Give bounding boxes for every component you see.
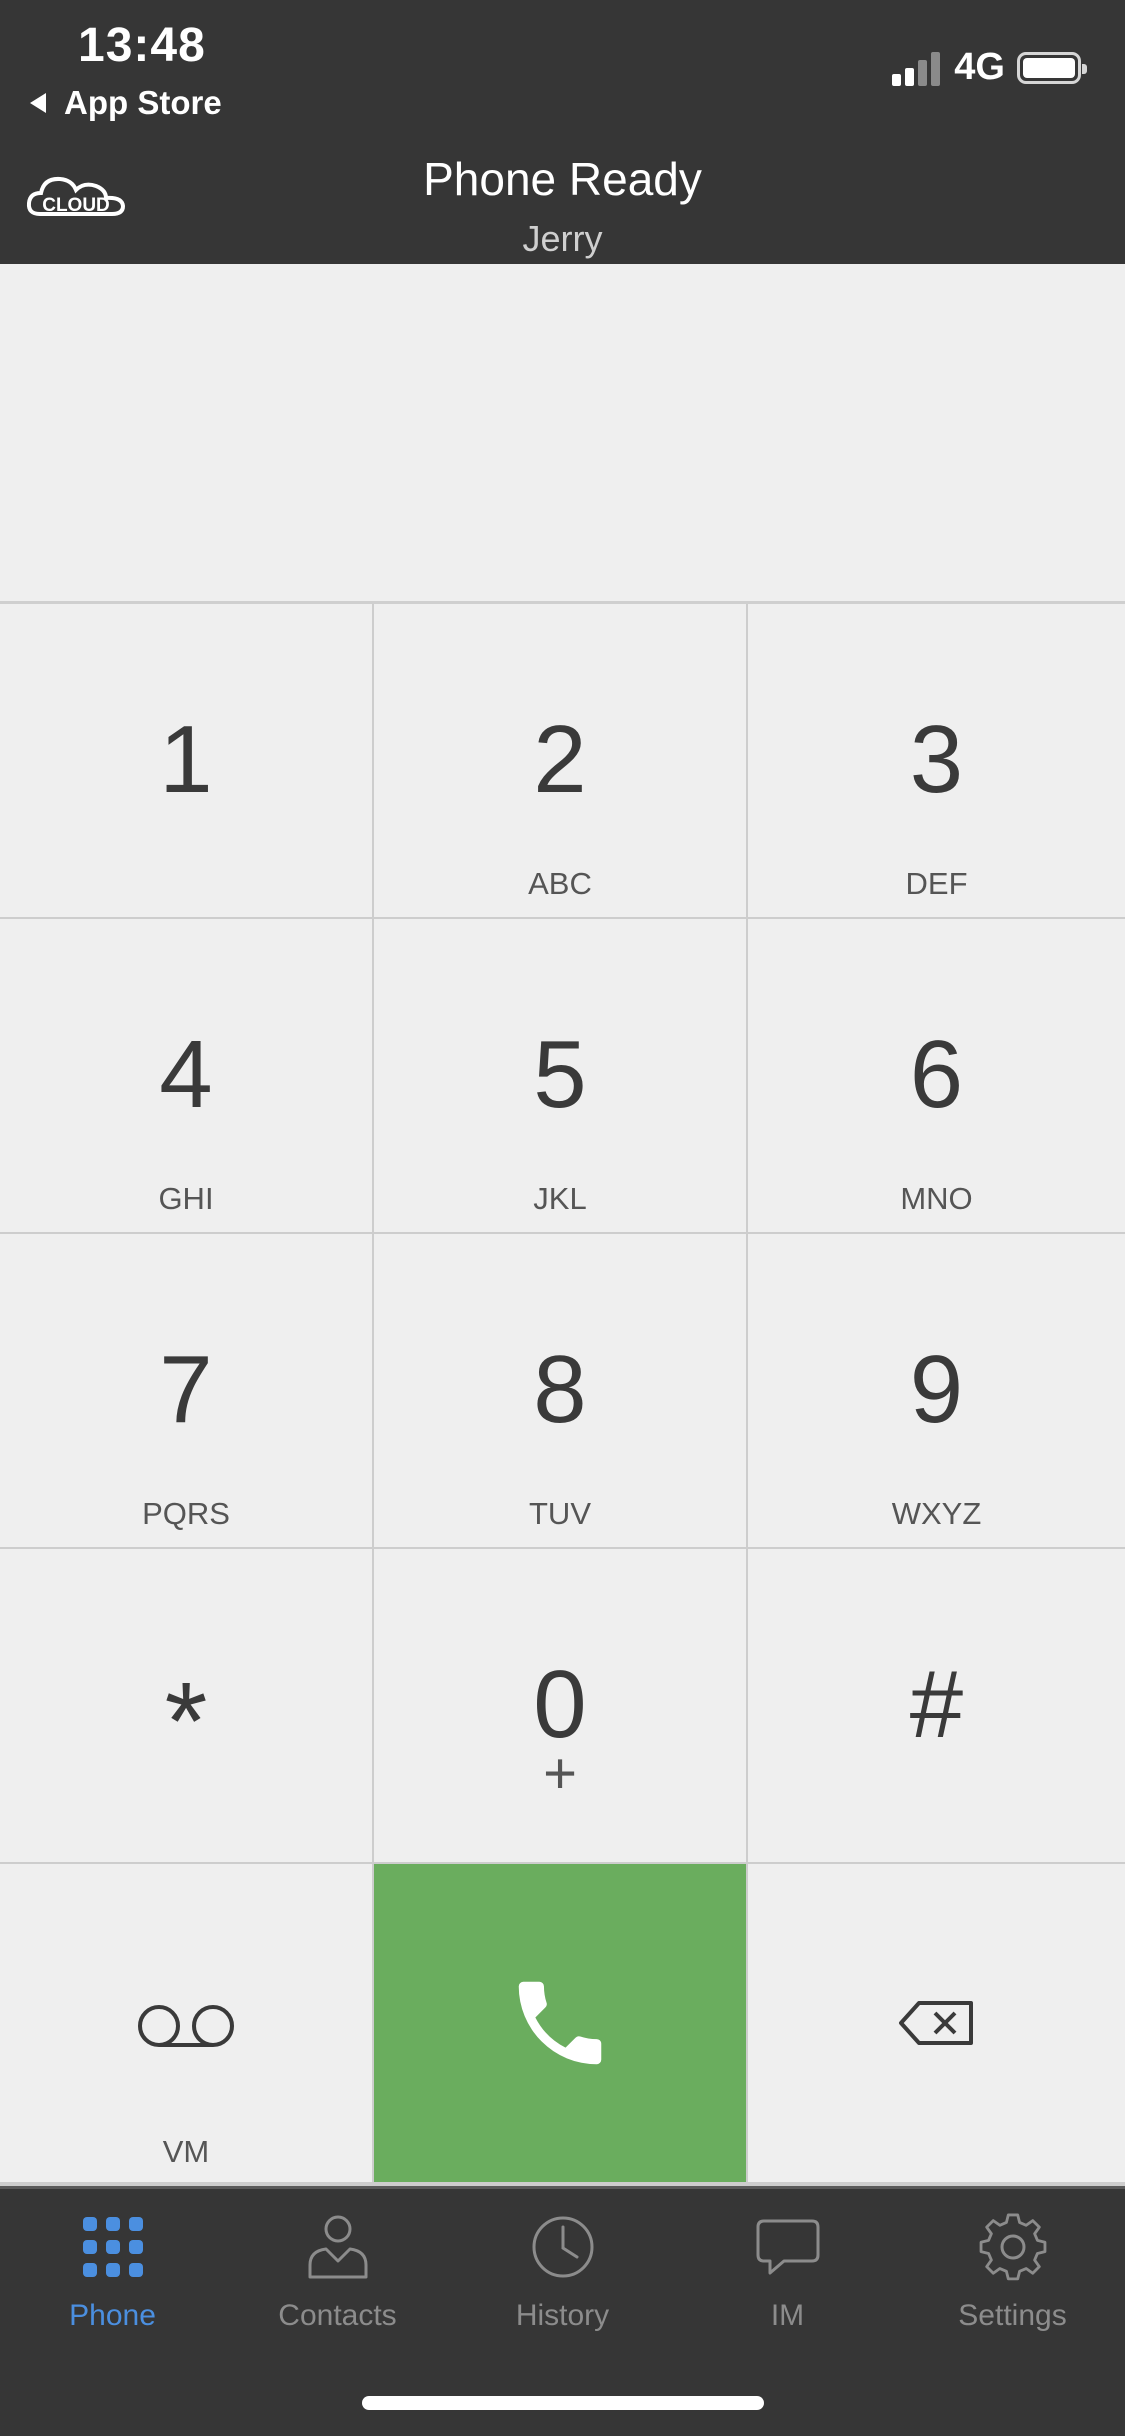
signal-strength-icon xyxy=(892,50,944,86)
tab-history[interactable]: History xyxy=(450,2211,675,2361)
battery-icon xyxy=(1017,51,1087,84)
back-triangle-icon xyxy=(30,93,46,113)
key-digit: 0 xyxy=(533,1651,587,1758)
key-digit: * xyxy=(164,1660,208,1783)
key-star[interactable]: * xyxy=(0,1549,372,1862)
backspace-button[interactable] xyxy=(748,1864,1125,2182)
dial-keypad: 1 2 ABC 3 DEF 4 GHI 5 JKL 6 MNO 7 PQRS 8 xyxy=(0,604,1125,2186)
key-5[interactable]: 5 JKL xyxy=(374,919,746,1232)
key-digit: 7 xyxy=(159,1336,213,1443)
key-2[interactable]: 2 ABC xyxy=(374,604,746,917)
key-8[interactable]: 8 TUV xyxy=(374,1234,746,1547)
back-app-label: App Store xyxy=(64,84,222,121)
chat-bubble-icon xyxy=(756,2219,819,2275)
key-digit: 5 xyxy=(533,1021,587,1128)
key-letters: GHI xyxy=(158,1181,214,1216)
key-9[interactable]: 9 WXYZ xyxy=(748,1234,1125,1547)
key-4[interactable]: 4 GHI xyxy=(0,919,372,1232)
dialed-number-display[interactable] xyxy=(0,264,1125,604)
key-6[interactable]: 6 MNO xyxy=(748,919,1125,1232)
gear-icon xyxy=(979,2213,1046,2281)
key-letters: JKL xyxy=(533,1181,587,1216)
tab-contacts[interactable]: Contacts xyxy=(225,2211,450,2361)
clock-icon xyxy=(532,2216,593,2278)
key-digit: 1 xyxy=(159,706,213,813)
key-0[interactable]: 0 + xyxy=(374,1549,746,1862)
voicemail-label: VM xyxy=(162,2134,210,2169)
tab-im[interactable]: IM xyxy=(675,2211,900,2361)
tab-label: Contacts xyxy=(278,2299,397,2332)
phone-screen: 13:48 App Store 4G CLOUD Phone Ready Jer… xyxy=(0,0,1125,2436)
key-1[interactable]: 1 xyxy=(0,604,372,917)
tab-settings[interactable]: Settings xyxy=(900,2211,1125,2361)
key-digit: 3 xyxy=(909,706,964,813)
key-digit: 4 xyxy=(159,1021,213,1128)
key-hash[interactable]: # xyxy=(748,1549,1125,1862)
account-name: Jerry xyxy=(522,218,603,259)
call-button[interactable] xyxy=(374,1864,746,2182)
key-letters: ABC xyxy=(528,866,592,901)
voicemail-icon xyxy=(138,2005,234,2047)
key-letters: TUV xyxy=(529,1496,591,1531)
tab-label: Phone xyxy=(69,2299,156,2332)
contact-person-icon xyxy=(308,2215,367,2279)
key-7[interactable]: 7 PQRS xyxy=(0,1234,372,1547)
system-indicators: 4G xyxy=(892,46,1087,89)
tab-phone[interactable]: Phone xyxy=(0,2211,225,2361)
key-letters: WXYZ xyxy=(891,1496,982,1531)
key-plus-sign: + xyxy=(543,1741,577,1806)
key-letters: MNO xyxy=(900,1181,973,1216)
phone-handset-icon xyxy=(518,1981,602,2065)
voicemail-button[interactable]: VM xyxy=(0,1864,372,2182)
page-title: Phone Ready xyxy=(423,153,702,205)
key-digit: # xyxy=(909,1651,964,1758)
key-3[interactable]: 3 DEF xyxy=(748,604,1125,917)
key-digit: 9 xyxy=(909,1336,964,1443)
status-bar: 13:48 App Store 4G xyxy=(0,0,1125,148)
network-type: 4G xyxy=(954,46,1005,88)
key-digit: 2 xyxy=(533,706,587,813)
tab-label: History xyxy=(515,2299,610,2332)
tab-label: IM xyxy=(770,2299,805,2332)
backspace-icon xyxy=(898,2001,973,2045)
key-letters: DEF xyxy=(905,866,968,901)
key-digit: 8 xyxy=(533,1336,587,1443)
key-letters: PQRS xyxy=(142,1496,230,1531)
dialpad-icon xyxy=(82,2217,143,2277)
tab-label: Settings xyxy=(958,2299,1067,2332)
key-digit: 6 xyxy=(909,1021,964,1128)
home-indicator[interactable] xyxy=(362,2396,764,2410)
status-time: 13:48 xyxy=(78,19,206,72)
back-to-app-store[interactable]: App Store xyxy=(30,84,222,122)
